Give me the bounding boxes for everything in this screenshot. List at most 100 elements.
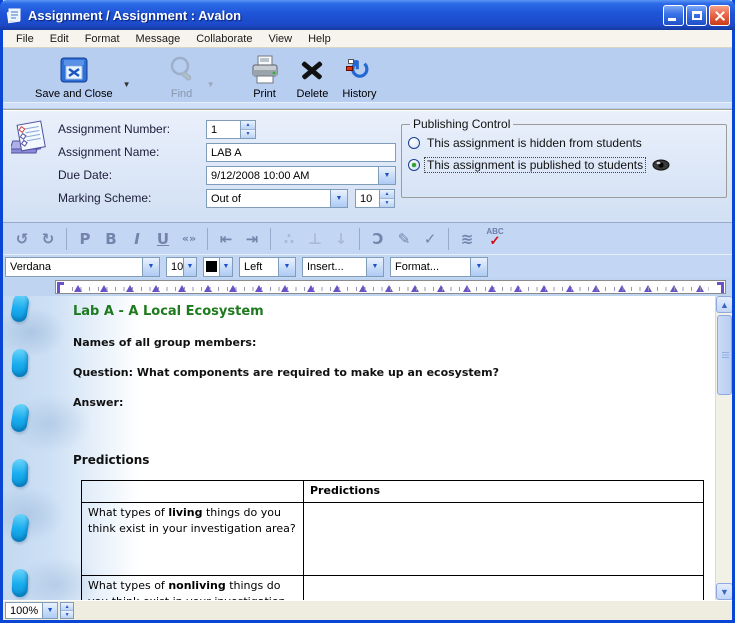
tab-stop-marker[interactable] (385, 285, 393, 292)
tab-stop-marker[interactable] (229, 285, 237, 292)
marking-points-stepper[interactable]: 10 ▲▼ (355, 189, 395, 208)
delete-button[interactable]: Delete (291, 51, 335, 101)
marking-scheme-select[interactable]: Out of ▼ (206, 189, 348, 208)
tab-stop-marker[interactable] (333, 285, 341, 292)
tab-stop-marker[interactable] (281, 285, 289, 292)
app-icon (5, 7, 22, 24)
answer-cell[interactable] (304, 576, 704, 601)
tab-stop-marker[interactable] (463, 285, 471, 292)
undo-icon[interactable]: ↺ (9, 228, 35, 250)
font-family-dropdown-icon[interactable]: ▼ (142, 258, 159, 276)
tab-stop-marker[interactable] (74, 285, 82, 292)
tab-stop-marker[interactable] (540, 285, 548, 292)
radio-published-to-students[interactable]: This assignment is published to students (408, 158, 670, 172)
tab-stop-marker[interactable] (644, 285, 652, 292)
rotate-icon[interactable]: Ɔ (365, 228, 391, 250)
format-menu-select[interactable]: Format... ▼ (390, 257, 488, 277)
tab-stop-marker[interactable] (126, 285, 134, 292)
tab-stop-marker[interactable] (100, 285, 108, 292)
underline-icon[interactable]: U (150, 228, 176, 250)
menu-help[interactable]: Help (301, 31, 338, 47)
right-margin-marker[interactable] (717, 282, 724, 293)
menu-file[interactable]: File (9, 31, 41, 47)
save-and-close-button[interactable]: Save and Close (29, 51, 119, 101)
zoom-select[interactable]: 100% ▼ (5, 602, 58, 619)
left-margin-marker[interactable] (57, 282, 64, 293)
tab-stop-marker[interactable] (514, 285, 522, 292)
tab-stop-marker[interactable] (178, 285, 186, 292)
menu-edit[interactable]: Edit (43, 31, 76, 47)
radio-hidden-from-students[interactable]: This assignment is hidden from students (408, 136, 644, 150)
assignment-number-spin-buttons[interactable]: ▲▼ (240, 121, 255, 138)
format-dropdown-icon[interactable]: ▼ (470, 258, 487, 276)
close-button[interactable] (709, 5, 730, 26)
minimize-button[interactable] (663, 5, 684, 26)
signature-icon[interactable]: ≋ (454, 228, 480, 250)
assignment-name-field[interactable]: LAB A (206, 143, 396, 162)
radio-icon[interactable] (408, 159, 420, 171)
menu-collaborate[interactable]: Collaborate (189, 31, 259, 47)
due-date-select[interactable]: 9/12/2008 10:00 AM ▼ (206, 166, 396, 185)
zoom-dropdown-icon[interactable]: ▼ (42, 603, 57, 618)
save-dropdown-arrow[interactable]: ▼ (119, 80, 135, 89)
tab-stop-marker[interactable] (411, 285, 419, 292)
bold-icon[interactable]: B (98, 228, 124, 250)
tab-stop-marker[interactable] (152, 285, 160, 292)
tab-stop-marker[interactable] (437, 285, 445, 292)
menu-format[interactable]: Format (78, 31, 127, 47)
indent-icon[interactable]: ⇥ (239, 228, 265, 250)
history-label: History (342, 88, 376, 100)
zoom-stepper[interactable]: ▲▼ (60, 602, 74, 619)
insert-dropdown-icon[interactable]: ▼ (366, 258, 383, 276)
text-color-select[interactable]: ▼ (203, 257, 233, 277)
tab-stop-marker[interactable] (566, 285, 574, 292)
tab-stop-marker[interactable] (696, 285, 704, 292)
tab-stop-marker[interactable] (618, 285, 626, 292)
alignment-dropdown-icon[interactable]: ▼ (278, 258, 295, 276)
document-editor[interactable]: Lab A - A Local Ecosystem Names of all g… (3, 296, 732, 600)
menu-view[interactable]: View (261, 31, 299, 47)
header-cell-empty (82, 481, 304, 503)
scroll-up-icon[interactable]: ▲ (716, 296, 732, 313)
due-date-dropdown-icon[interactable]: ▼ (378, 167, 395, 184)
document-content[interactable]: Lab A - A Local Ecosystem Names of all g… (73, 304, 702, 600)
binding-pill-decoration (10, 403, 30, 433)
menu-message[interactable]: Message (129, 31, 188, 47)
outdent-icon[interactable]: ⇤ (213, 228, 239, 250)
accept-icon[interactable]: ✓ (417, 228, 443, 250)
redo-icon[interactable]: ↻ (35, 228, 61, 250)
insert-menu-select[interactable]: Insert... ▼ (302, 257, 384, 277)
tab-stop-marker[interactable] (307, 285, 315, 292)
radio-icon[interactable] (408, 137, 420, 149)
text-color-dropdown-icon[interactable]: ▼ (219, 258, 232, 276)
tab-stop-marker[interactable] (255, 285, 263, 292)
special-characters-icon[interactable]: «» (176, 228, 202, 250)
italic-icon[interactable]: I (124, 228, 150, 250)
marking-points-spin-buttons[interactable]: ▲▼ (379, 190, 394, 207)
scroll-down-icon[interactable]: ▼ (716, 583, 732, 600)
question-cell: What types of nonliving things do you th… (82, 576, 304, 601)
maximize-button[interactable] (686, 5, 707, 26)
scrollbar-thumb[interactable] (717, 315, 732, 395)
tab-stop-marker[interactable] (592, 285, 600, 292)
delete-icon (299, 52, 325, 88)
vertical-scrollbar[interactable]: ▲ ▼ (715, 296, 732, 600)
tab-stop-marker[interactable] (204, 285, 212, 292)
history-button[interactable]: ↻ History (336, 51, 382, 101)
font-family-select[interactable]: Verdana ▼ (5, 257, 160, 277)
spellcheck-icon[interactable]: ABC ✓ (480, 227, 510, 251)
tab-stop-marker[interactable] (670, 285, 678, 292)
print-button[interactable]: Print (243, 51, 287, 101)
edit-pencil-icon[interactable]: ✎ (391, 228, 417, 250)
assignment-number-stepper[interactable]: 1 ▲▼ (206, 120, 256, 139)
ruler[interactable] (55, 280, 726, 294)
tab-stop-marker[interactable] (488, 285, 496, 292)
tab-stop-marker[interactable] (359, 285, 367, 292)
font-size-select[interactable]: 10 ▼ (166, 257, 197, 277)
font-size-dropdown-icon[interactable]: ▼ (183, 258, 196, 276)
paragraph-icon[interactable]: P (72, 228, 98, 250)
marking-scheme-dropdown-icon[interactable]: ▼ (330, 190, 347, 207)
binding-pill-decoration (10, 296, 30, 323)
answer-cell[interactable] (304, 503, 704, 576)
alignment-select[interactable]: Left ▼ (239, 257, 296, 277)
